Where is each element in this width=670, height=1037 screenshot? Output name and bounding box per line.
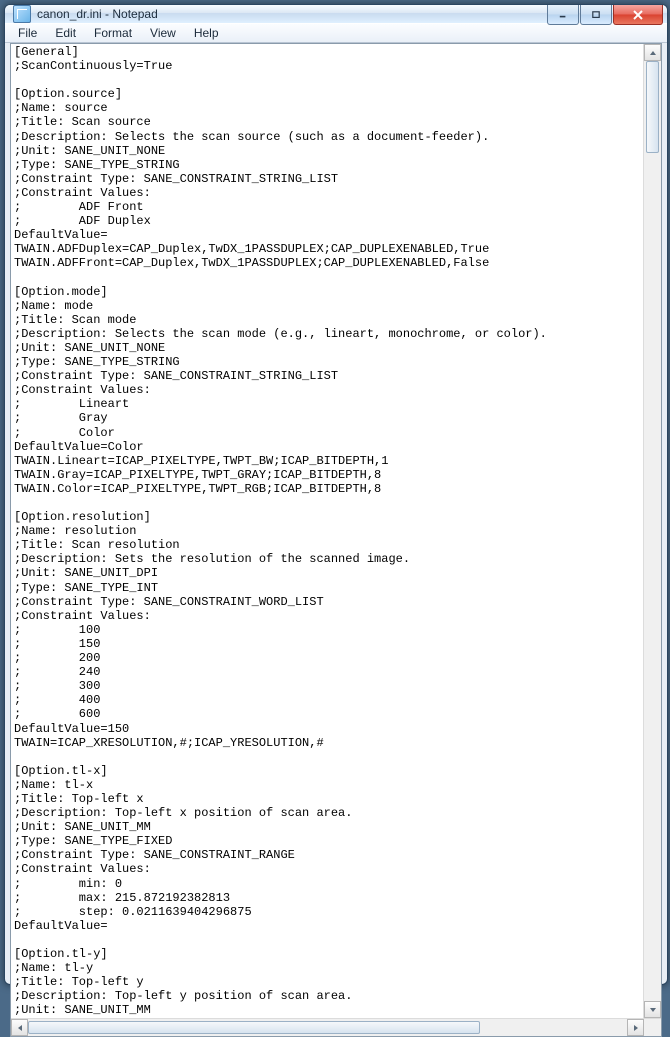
horizontal-scrollbar[interactable] [11, 1018, 661, 1036]
menu-edit[interactable]: Edit [46, 24, 85, 42]
scroll-left-button[interactable] [11, 1019, 28, 1036]
menu-file[interactable]: File [9, 24, 46, 42]
editor-viewport: [General] ;ScanContinuously=True [Option… [11, 44, 661, 1018]
menu-format[interactable]: Format [85, 24, 141, 42]
client-area: [General] ;ScanContinuously=True [Option… [10, 43, 662, 1037]
window-title: canon_dr.ini - Notepad [37, 7, 158, 21]
minimize-icon [559, 11, 567, 19]
menubar: File Edit Format View Help [5, 23, 667, 43]
menu-view[interactable]: View [141, 24, 185, 42]
menu-help[interactable]: Help [185, 24, 228, 42]
maximize-button[interactable] [580, 5, 612, 25]
scroll-up-button[interactable] [644, 44, 661, 61]
chevron-left-icon [16, 1024, 24, 1032]
minimize-button[interactable] [547, 5, 579, 25]
vertical-scrollbar[interactable] [643, 44, 661, 1018]
vertical-scroll-thumb[interactable] [646, 61, 659, 153]
vertical-scroll-track[interactable] [644, 61, 661, 1001]
scroll-right-button[interactable] [627, 1019, 644, 1036]
chevron-up-icon [649, 49, 657, 57]
horizontal-scroll-track[interactable] [28, 1019, 627, 1036]
titlebar[interactable]: canon_dr.ini - Notepad [5, 5, 667, 23]
close-icon [632, 10, 644, 20]
maximize-icon [592, 11, 600, 19]
close-button[interactable] [613, 5, 663, 25]
scroll-down-button[interactable] [644, 1001, 661, 1018]
horizontal-scroll-thumb[interactable] [28, 1021, 480, 1034]
chevron-right-icon [632, 1024, 640, 1032]
notepad-window: canon_dr.ini - Notepad File Edit Format … [4, 4, 668, 985]
window-control-buttons [546, 5, 663, 25]
text-editor[interactable]: [General] ;ScanContinuously=True [Option… [11, 44, 643, 1018]
chevron-down-icon [649, 1006, 657, 1014]
app-icon [13, 5, 31, 23]
scrollbar-corner [644, 1019, 661, 1036]
